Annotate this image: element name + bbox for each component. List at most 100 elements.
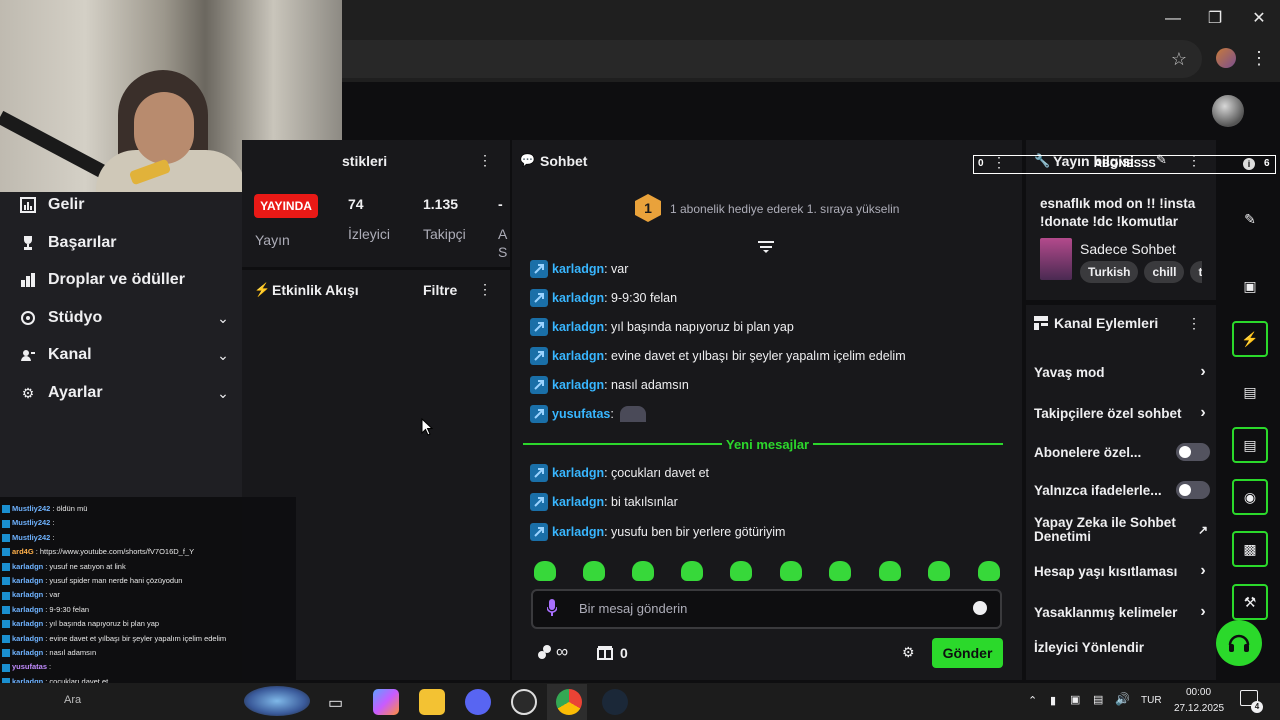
action-slow-mode[interactable]: Yavaş mod ›: [1034, 362, 1210, 382]
activity-menu-icon[interactable]: ⋮: [477, 279, 493, 299]
emoji-picker-icon[interactable]: [973, 601, 987, 615]
bits-icon[interactable]: [597, 644, 613, 660]
screenshot-icon[interactable]: ▣: [1232, 268, 1268, 304]
close-icon[interactable]: ✕: [1248, 8, 1270, 30]
emote-4[interactable]: [681, 561, 703, 581]
chat-username[interactable]: karladgn: [552, 378, 604, 392]
sidebar-item-droplar[interactable]: Droplar ve ödüller: [18, 262, 232, 298]
overlay-username: karladgn: [12, 576, 44, 585]
wifi-tray-icon[interactable]: ▤: [1093, 693, 1103, 706]
badge-icon[interactable]: [530, 260, 548, 278]
language-indicator[interactable]: TUR: [1141, 695, 1162, 706]
badge-icon[interactable]: [530, 376, 548, 394]
user-avatar[interactable]: [1212, 95, 1244, 127]
restore-icon[interactable]: ❐: [1204, 8, 1226, 30]
category-box-art[interactable]: [1040, 238, 1072, 280]
file-explorer-icon[interactable]: [419, 689, 445, 715]
badge-icon[interactable]: [530, 523, 548, 541]
tag-turkish[interactable]: Turkish: [1080, 261, 1139, 283]
steam-icon[interactable]: [602, 689, 628, 715]
badge-icon[interactable]: [530, 493, 548, 511]
chat-username[interactable]: karladgn: [552, 262, 604, 276]
chat-toggle-icon[interactable]: ▤: [1232, 427, 1268, 463]
chat-username[interactable]: karladgn: [552, 466, 604, 480]
chat-username[interactable]: karladgn: [552, 320, 604, 334]
action-banned-words[interactable]: Yasaklanmış kelimeler ›: [1034, 602, 1210, 622]
action-ai-moderation[interactable]: Yapay Zeka ile Sohbet Denetimi ↗: [1034, 515, 1210, 545]
mic-tray-icon[interactable]: ▮: [1050, 694, 1056, 707]
widget-landscape-icon[interactable]: [244, 686, 310, 716]
category-name[interactable]: Sadece Sohbet: [1080, 241, 1176, 257]
chat-settings-icon[interactable]: ⚙: [902, 644, 915, 661]
overlay-badge-icon: [2, 649, 10, 658]
clock-time[interactable]: 00:00: [1186, 687, 1211, 698]
chat-filter-icon[interactable]: [758, 240, 774, 254]
channel-actions-menu-icon[interactable]: ⋮: [1186, 313, 1202, 333]
obs-icon[interactable]: [511, 689, 537, 715]
action-followers-only[interactable]: Takipçilere özel sohbet ›: [1034, 403, 1210, 423]
chat-panel-menu-icon[interactable]: ⋮: [991, 152, 1007, 172]
sidebar-item-ayarlar[interactable]: ⚙ Ayarlar ⌄: [18, 375, 232, 411]
volume-tray-icon[interactable]: 🔊: [1115, 692, 1130, 706]
layout-icon[interactable]: ▩: [1232, 531, 1268, 567]
badge-icon[interactable]: [530, 289, 548, 307]
copilot-icon[interactable]: [373, 689, 399, 715]
quick-action-lightning-icon[interactable]: ⚡: [1232, 321, 1268, 357]
action-raid[interactable]: İzleyici Yönlendir: [1034, 637, 1210, 657]
sidebar-item-studyo[interactable]: Stüdyo ⌄: [18, 300, 232, 336]
bookmark-star-icon[interactable]: ☆: [1168, 48, 1190, 70]
stats-menu-icon[interactable]: ⋮: [477, 150, 493, 170]
emote-7[interactable]: [829, 561, 851, 581]
task-view-icon[interactable]: ▭: [328, 693, 343, 713]
chat-username[interactable]: karladgn: [552, 349, 604, 363]
chat-username[interactable]: karladgn: [552, 525, 604, 539]
overlay-chat-line: karladgn: yusuf spider man nerde hani çö…: [2, 574, 182, 588]
tools-wrench-icon[interactable]: ⚒: [1232, 584, 1268, 620]
filter-button[interactable]: Filtre: [423, 282, 457, 298]
sidebar-item-basarilar[interactable]: Başarılar: [18, 225, 232, 261]
sidebar-item-kanal[interactable]: Kanal ⌄: [18, 337, 232, 373]
camera-tray-icon[interactable]: ▣: [1070, 693, 1080, 706]
address-bar[interactable]: [342, 40, 1202, 78]
emote-1[interactable]: [534, 561, 556, 581]
action-account-age[interactable]: Hesap yaşı kısıtlaması ›: [1034, 561, 1210, 581]
sidebar-item-gelir[interactable]: Gelir: [18, 187, 232, 223]
broadcast-icon[interactable]: ◉: [1232, 479, 1268, 515]
minimize-icon[interactable]: —: [1162, 8, 1184, 30]
chrome-icon[interactable]: [556, 689, 582, 715]
badge-icon[interactable]: [530, 405, 548, 423]
badge-icon[interactable]: [530, 464, 548, 482]
overlay-badge-icon: [2, 634, 10, 643]
gear-icon: ⚙: [21, 384, 35, 401]
tray-chevron-up-icon[interactable]: ⌃: [1028, 694, 1037, 707]
browser-menu-icon[interactable]: ⋮: [1250, 46, 1268, 70]
badge-icon[interactable]: [530, 318, 548, 336]
microphone-icon[interactable]: [547, 599, 557, 617]
clock-date[interactable]: 27.12.2025: [1174, 703, 1224, 714]
taskbar-search-text[interactable]: Ara: [64, 694, 81, 706]
emote-5[interactable]: [730, 561, 752, 581]
profile-avatar-icon[interactable]: [1216, 48, 1236, 68]
chat-username[interactable]: yusufatas: [552, 407, 610, 421]
discord-icon[interactable]: [465, 689, 491, 715]
notes-icon[interactable]: ▤: [1232, 374, 1268, 410]
tag-more[interactable]: tu: [1190, 261, 1202, 283]
emote-6[interactable]: [780, 561, 802, 581]
emote-3[interactable]: [632, 561, 654, 581]
emote-10[interactable]: [978, 561, 1000, 581]
emote-only-toggle[interactable]: [1176, 481, 1210, 499]
channel-points-icon[interactable]: [537, 644, 553, 660]
headset-support-icon[interactable]: [1216, 620, 1262, 666]
emote-2[interactable]: [583, 561, 605, 581]
badge-icon[interactable]: [530, 347, 548, 365]
chat-username[interactable]: karladgn: [552, 291, 604, 305]
edit-pencil-icon[interactable]: ✎: [1232, 201, 1268, 237]
tag-chill[interactable]: chill: [1144, 261, 1185, 283]
streamer-face: [134, 92, 194, 164]
sidebar-item-label: Droplar ve ödüller: [48, 271, 185, 288]
subs-only-toggle[interactable]: [1176, 443, 1210, 461]
chat-username[interactable]: karladgn: [552, 495, 604, 509]
emote-9[interactable]: [928, 561, 950, 581]
send-button[interactable]: Gönder: [932, 638, 1003, 668]
emote-8[interactable]: [879, 561, 901, 581]
